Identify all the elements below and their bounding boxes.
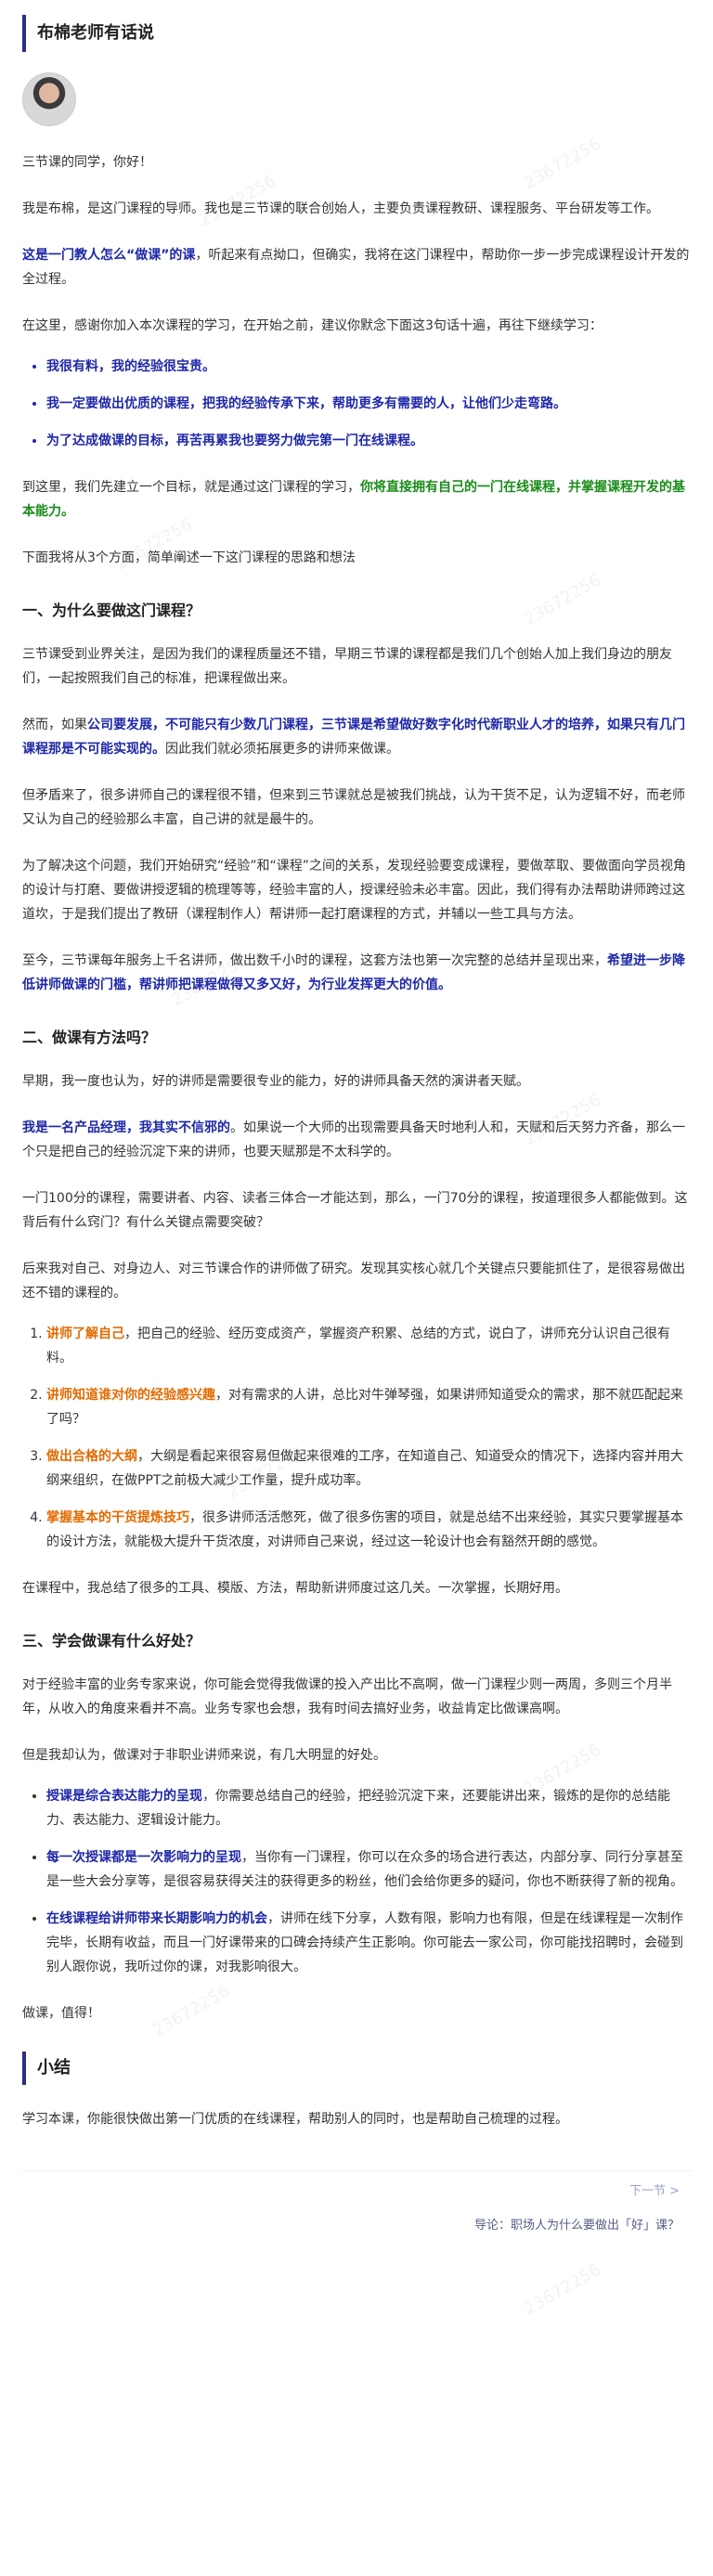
list-item: 做出合格的大纲，大纲是看起来很容易但做起来很难的工序，在知道自己、知道受众的情况… xyxy=(46,1444,691,1493)
summary-heading: 小结 xyxy=(22,2052,691,2085)
paragraph: 为了解决这个问题，我们开始研究“经验”和“课程”之间的关系，发现经验要变成课程，… xyxy=(22,859,687,922)
paragraph: 在课程中，我总结了很多的工具、模版、方法，帮助新讲师度过这几关。一次掌握，长期好… xyxy=(22,1581,568,1596)
paragraph: 一门100分的课程，需要讲者、内容、读者三体合一才能达到，那么，一门70分的课程… xyxy=(22,1191,688,1230)
body-text: ，把自己的经验、经历变成资产，掌握资产积累、总结的方式，说白了，讲师充分认识自己… xyxy=(46,1327,670,1366)
body-text: 至今，三节课每年服务上千名讲师，做出数千小时的课程，这套方法也第一次完整的总结并… xyxy=(22,953,607,968)
list-item: 我很有料，我的经验很宝贵。 xyxy=(46,355,691,379)
highlight-text: 我是一名产品经理，我其实不信邪的 xyxy=(22,1120,230,1135)
body-text: 因此我们就必须拓展更多的讲师来做课。 xyxy=(165,742,399,757)
paragraph: 我是一名产品经理，我其实不信邪的。如果说一个大师的出现需要具备天时地利人和，天赋… xyxy=(22,1116,691,1164)
intro-paragraph: 到这里，我们先建立一个目标，就是通过这门课程的学习，你将直接拥有自己的一门在线课… xyxy=(22,475,691,524)
list-item: 我一定要做出优质的课程，把我的经验传承下来，帮助更多有需要的人，让他们少走弯路。 xyxy=(46,392,691,416)
mantra-list: 我很有料，我的经验很宝贵。 我一定要做出优质的课程，把我的经验传承下来，帮助更多… xyxy=(22,355,691,453)
section-heading: 二、做课有方法吗？ xyxy=(22,1029,157,1046)
benefits-list: 授课是综合表达能力的呈现，你需要总结自己的经验，把经验沉淀下来，还要能讲出来，锻… xyxy=(22,1784,691,1979)
next-lesson-link[interactable]: 导论：职场人为什么要做出「好」课？ xyxy=(0,2215,713,2233)
highlight-text: 做出合格的大纲 xyxy=(46,1449,137,1464)
paragraph: 对于经验丰富的业务专家来说，你可能会觉得我做课的投入产出比不高啊，做一门课程少则… xyxy=(22,1677,672,1716)
intro-paragraph: 这是一门教人怎么“做课”的课，听起来有点拗口，但确实，我将在这门课程中，帮助你一… xyxy=(22,243,691,291)
highlight-text: 这是一门教人怎么“做课”的课 xyxy=(22,248,196,263)
page-title: 布棉老师有话说 xyxy=(22,15,691,52)
paragraph: 然而，如果公司要发展，不可能只有少数几门课程，三节课是希望做好数字化时代新职业人… xyxy=(22,713,691,761)
intro-paragraph: 在这里，感谢你加入本次课程的学习，在开始之前，建议你默念下面这3句话十遍，再往下… xyxy=(22,318,603,333)
key-points-list: 讲师了解自己，把自己的经验、经历变成资产，掌握资产积累、总结的方式，说白了，讲师… xyxy=(22,1322,691,1554)
avatar xyxy=(22,72,76,126)
intro-paragraph: 下面我将从3个方面，简单阐述一下这门课程的思路和想法 xyxy=(22,550,356,565)
list-item: 讲师知道谁对你的经验感兴趣，对有需求的人讲，总比对牛弹琴强，如果讲师知道受众的需… xyxy=(46,1383,691,1431)
intro-paragraph: 我是布棉，是这门课程的导师。我也是三节课的联合创始人，主要负责课程教研、课程服务… xyxy=(22,201,659,216)
highlight-text: 讲师了解自己 xyxy=(46,1327,124,1341)
highlight-text: 讲师知道谁对你的经验感兴趣 xyxy=(46,1388,215,1403)
list-item: 为了达成做课的目标，再苦再累我也要努力做完第一门在线课程。 xyxy=(46,429,691,453)
list-item: 讲师了解自己，把自己的经验、经历变成资产，掌握资产积累、总结的方式，说白了，讲师… xyxy=(46,1322,691,1370)
paragraph: 后来我对自己、对身边人、对三节课合作的讲师做了研究。发现其实核心就几个关键点只要… xyxy=(22,1262,685,1301)
paragraph: 早期，我一度也认为，好的讲师是需要很专业的能力，好的讲师具备天然的演讲者天赋。 xyxy=(22,1074,529,1089)
section-heading: 三、学会做课有什么好处？ xyxy=(22,1632,201,1650)
paragraph: 做课，值得！ xyxy=(22,2006,100,2021)
article-body: 三节课的同学，你好！ 我是布棉，是这门课程的导师。我也是三节课的联合创始人，主要… xyxy=(0,150,713,2131)
avatar-container xyxy=(22,72,691,128)
list-item: 授课是综合表达能力的呈现，你需要总结自己的经验，把经验沉淀下来，还要能讲出来，锻… xyxy=(46,1784,691,1832)
paragraph: 至今，三节课每年服务上千名讲师，做出数千小时的课程，这套方法也第一次完整的总结并… xyxy=(22,949,691,997)
body-text: 然而，如果 xyxy=(22,718,87,732)
greeting: 三节课的同学，你好！ xyxy=(22,155,152,170)
highlight-text: 掌握基本的干货提炼技巧 xyxy=(46,1510,189,1525)
body-text: 到这里，我们先建立一个目标，就是通过这门课程的学习， xyxy=(22,480,360,495)
list-item: 每一次授课都是一次影响力的呈现，当你有一门课程，你可以在众多的场合进行表达，内部… xyxy=(46,1845,691,1894)
paragraph: 但矛盾来了，很多讲师自己的课程很不错，但来到三节课就总是被我们挑战，认为干货不足… xyxy=(22,788,685,827)
paragraph: 三节课受到业界关注，是因为我们的课程质量还不错，早期三节课的课程都是我们几个创始… xyxy=(22,647,672,686)
watermark: 23672256 xyxy=(520,2259,604,2320)
list-item: 在线课程给讲师带来长期影响力的机会，讲师在线下分享，人数有限，影响力也有限，但是… xyxy=(46,1907,691,1979)
highlight-text: 每一次授课都是一次影响力的呈现 xyxy=(46,1850,241,1865)
highlight-text: 授课是综合表达能力的呈现 xyxy=(46,1789,202,1804)
section-heading: 一、为什么要做这门课程？ xyxy=(22,602,201,619)
highlight-text: 在线课程给讲师带来长期影响力的机会 xyxy=(46,1911,267,1926)
body-text: ，大纲是看起来很容易但做起来很难的工序，在知道自己、知道受众的情况下，选择内容并… xyxy=(46,1449,683,1488)
paragraph: 学习本课，你能很快做出第一门优质的在线课程，帮助别人的同时，也是帮助自己梳理的过… xyxy=(22,2112,568,2127)
next-section-link[interactable]: 下一节 > xyxy=(0,2181,713,2198)
paragraph: 但是我却认为，做课对于非职业讲师来说，有几大明显的好处。 xyxy=(22,1748,386,1763)
list-item: 掌握基本的干货提炼技巧，很多讲师活活憋死，做了很多伤害的项目，就是总结不出来经验… xyxy=(46,1506,691,1554)
divider xyxy=(22,2170,691,2171)
